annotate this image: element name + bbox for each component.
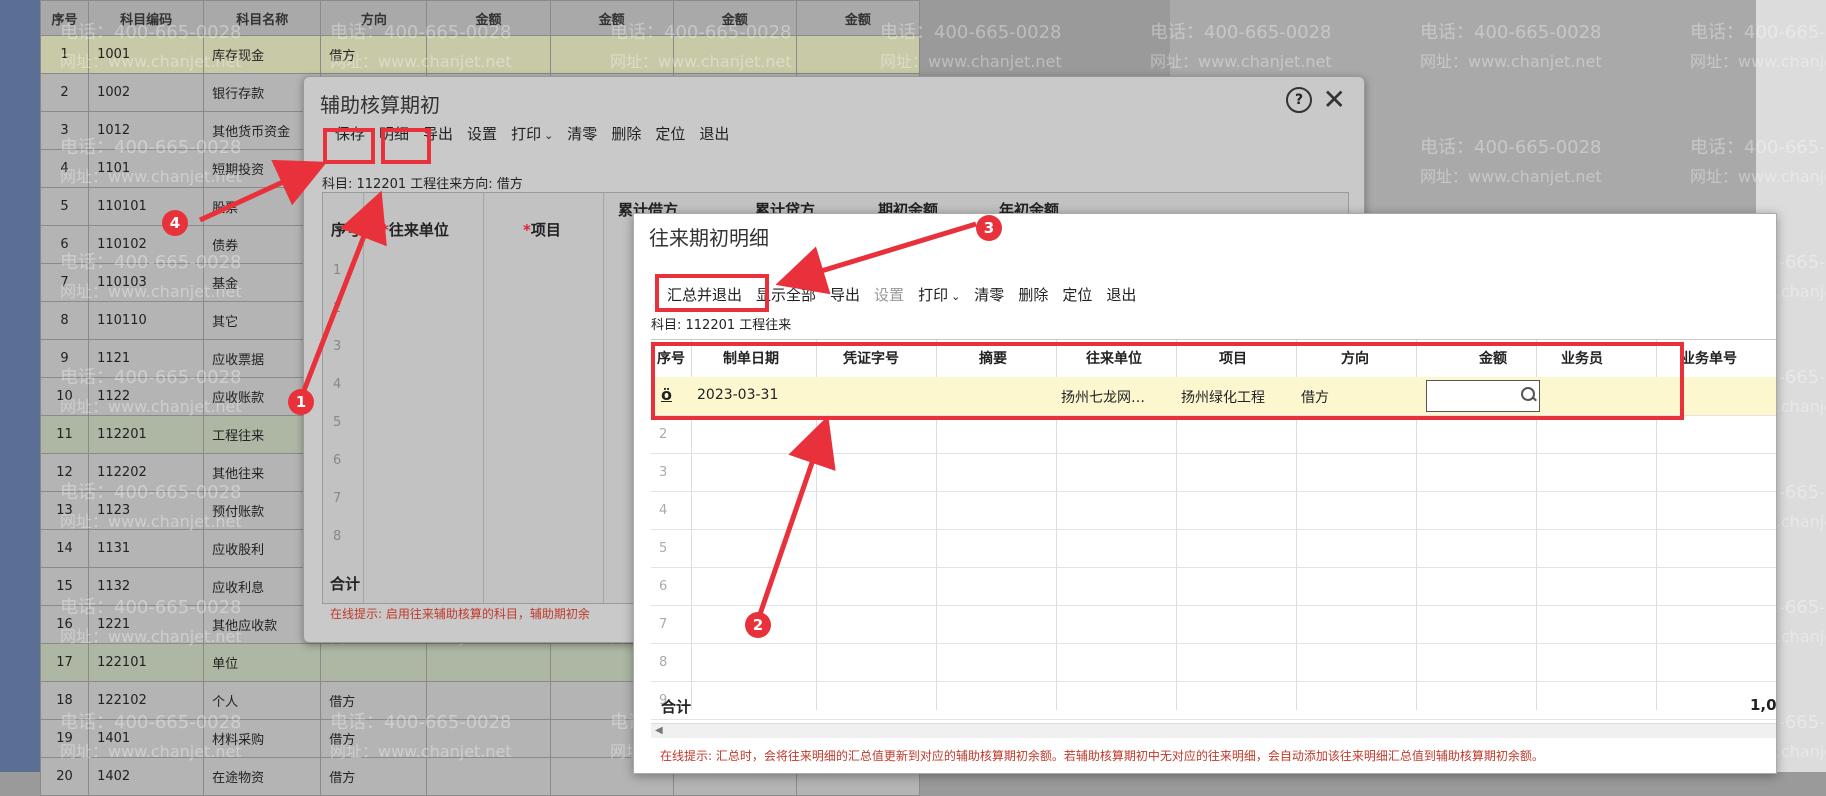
arrow-1 xyxy=(300,190,387,394)
annotation-arrows xyxy=(198,159,977,621)
arrow-4 xyxy=(198,159,328,223)
step-badge-3: 3 xyxy=(976,215,1002,241)
step-badge-4: 4 xyxy=(162,210,188,236)
arrow-3 xyxy=(775,221,977,295)
arrow-2 xyxy=(755,415,836,621)
step-badge-2: 2 xyxy=(745,612,771,638)
step-badge-1: 1 xyxy=(288,389,314,415)
